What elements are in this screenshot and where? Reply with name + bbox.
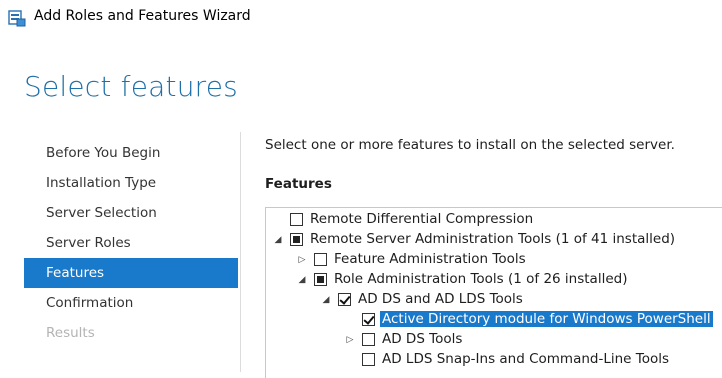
feature-label[interactable]: Remote Server Administration Tools (1 of… [310,231,675,247]
nav-item-features[interactable]: Features [24,258,238,288]
feature-label[interactable]: AD LDS Snap-Ins and Command-Line Tools [382,351,669,367]
feature-label[interactable]: Remote Differential Compression [310,211,533,227]
feature-label[interactable]: Role Administration Tools (1 of 26 insta… [334,271,627,287]
nav-item-server-roles[interactable]: Server Roles [24,228,238,258]
nav-item-before-you-begin[interactable]: Before You Begin [24,138,238,168]
feature-checkbox[interactable] [314,273,327,286]
expanded-arrow-icon[interactable]: ◢ [272,232,284,248]
expanded-arrow-icon[interactable]: ◢ [296,272,308,288]
nav-item-installation-type[interactable]: Installation Type [24,168,238,198]
nav-item-results: Results [46,325,95,341]
divider [240,132,241,372]
nav-item-server-selection[interactable]: Server Selection [24,198,238,228]
expanded-arrow-icon[interactable]: ◢ [320,292,332,308]
window-title: Add Roles and Features Wizard [34,8,251,24]
feature-checkbox[interactable] [338,293,351,306]
tree-item[interactable]: Remote Differential Compression [266,210,722,230]
feature-label[interactable]: AD DS and AD LDS Tools [358,291,523,307]
tree-item[interactable]: ◢ Role Administration Tools (1 of 26 inst… [266,270,722,290]
page-title: Select features [24,70,238,103]
wizard-nav: Before You Begin Installation Type Server … [24,138,238,348]
collapsed-arrow-icon[interactable]: ▷ [296,252,308,268]
features-heading: Features [265,176,332,192]
nav-item-confirmation[interactable]: Confirmation [24,288,238,318]
tree-item[interactable]: ▷ Feature Administration Tools [266,250,722,270]
title-bar: Add Roles and Features Wizard [0,0,722,34]
feature-label[interactable]: Feature Administration Tools [334,251,526,267]
feature-checkbox[interactable] [314,253,327,266]
tree-item[interactable]: AD LDS Snap-Ins and Command-Line Tools [266,350,722,370]
collapsed-arrow-icon[interactable]: ▷ [344,332,356,348]
tree-item[interactable]: ▷ AD DS Tools [266,330,722,350]
feature-label[interactable]: AD DS Tools [382,331,462,347]
tree-item[interactable]: ◢ Remote Server Administration Tools (1 o… [266,230,722,250]
feature-checkbox[interactable] [362,333,375,346]
feature-checkbox[interactable] [290,233,303,246]
tree-item[interactable]: ◢ AD DS and AD LDS Tools [266,290,722,310]
feature-checkbox[interactable] [362,313,375,326]
feature-label[interactable]: Active Directory module for Windows Powe… [380,311,713,327]
tree-item[interactable]: Active Directory module for Windows Powe… [266,310,722,330]
server-manager-icon [8,10,26,27]
feature-checkbox[interactable] [290,213,303,226]
instructions-text: Select one or more features to install o… [265,137,675,153]
features-tree[interactable]: Remote Differential Compression ◢ Remote S… [265,207,722,378]
feature-checkbox[interactable] [362,353,375,366]
